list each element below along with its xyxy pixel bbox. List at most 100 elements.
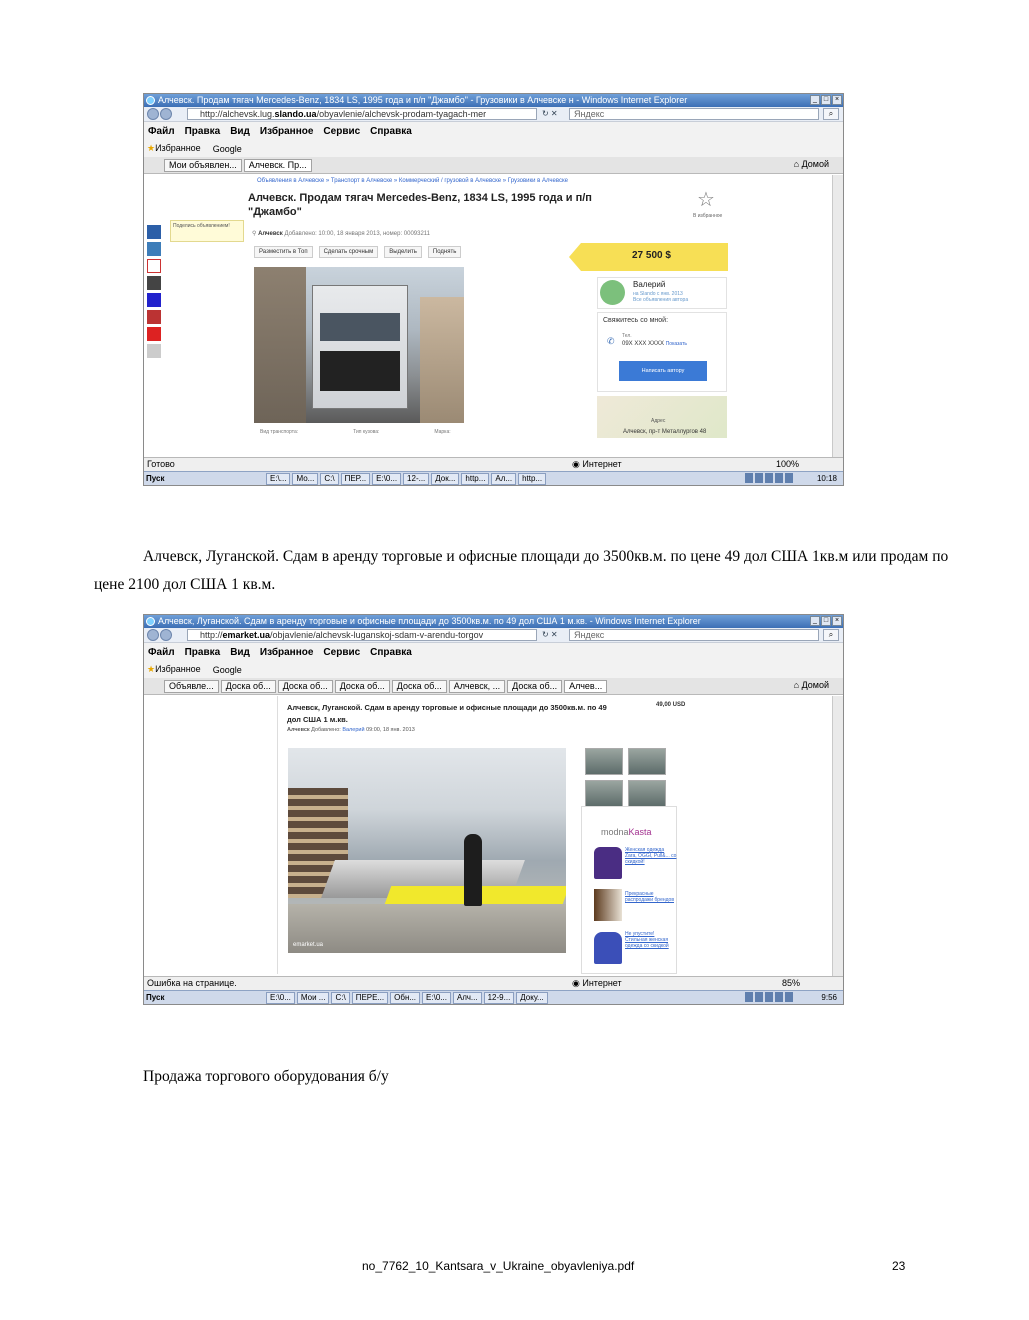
tray-icon[interactable] [785,992,793,1002]
tab[interactable]: Доска об... [334,680,390,693]
write-author-button[interactable]: Написать автору [619,361,707,381]
taskbar-item[interactable]: 12-... [403,473,430,485]
back-icon[interactable] [147,108,159,120]
tray-icon[interactable] [785,473,793,483]
taskbar-item[interactable]: E:\0... [372,473,402,485]
taskbar-item[interactable]: ПЕР... [340,473,371,485]
menu-file[interactable]: Файл [148,647,175,658]
home-button[interactable]: ⌂ Домой [794,159,829,169]
menu-edit[interactable]: Правка [185,647,221,658]
seller-ads-link[interactable]: Все объявления автора [633,297,688,303]
scrollbar[interactable] [832,175,843,457]
tab-active[interactable]: Алчев... [564,680,608,693]
share-icon[interactable] [147,259,161,273]
minimize-icon[interactable]: _ [810,95,820,105]
tab-active[interactable]: Алчевск. Пр... [243,159,312,172]
favorites-button[interactable]: ★Избранное [147,664,201,675]
tab[interactable]: Доска об... [220,680,276,693]
brand-logo[interactable]: modnaKasta [601,827,652,837]
tray-icon[interactable] [755,992,763,1002]
menu-favorites[interactable]: Избранное [260,126,314,137]
search-icon[interactable]: ⌕ [823,108,839,120]
tab[interactable]: Алчевск, ... [448,680,506,693]
ad-author-link[interactable]: Валерий [342,727,364,733]
share-icon[interactable] [147,276,161,290]
taskbar-item[interactable]: Док... [431,473,460,485]
taskbar-item[interactable]: ПЕРЕ... [351,992,389,1004]
taskbar-item[interactable]: Обн... [390,992,421,1004]
taskbar-item[interactable]: http... [518,473,547,485]
taskbar-item[interactable]: Ал... [491,473,517,485]
breadcrumb[interactable]: Объявления в Алчевске » Транспорт в Алче… [257,178,568,184]
zoom-level[interactable]: 100% [776,458,799,471]
menu-tools[interactable]: Сервис [323,647,360,658]
favorite-link-google[interactable]: Google [213,665,242,675]
product-link[interactable]: Женская одежда Zara, OGGI, Pull&... со с… [625,847,677,865]
tray-icon[interactable] [765,992,773,1002]
share-icon[interactable] [147,310,161,324]
zoom-level[interactable]: 85% [782,977,800,990]
menu-help[interactable]: Справка [370,126,412,137]
taskbar-item[interactable]: E:\0... [266,992,295,1004]
highlight-button[interactable]: Выделить [384,246,422,258]
tray-icon[interactable] [765,473,773,483]
tray-icon[interactable] [775,992,783,1002]
forward-icon[interactable] [160,629,172,641]
minimize-icon[interactable]: _ [810,616,820,626]
tab[interactable]: Мои объявлен... [164,159,242,172]
urgent-button[interactable]: Сделать срочным [318,246,379,258]
menu-file[interactable]: Файл [148,126,175,137]
forward-icon[interactable] [160,108,172,120]
favorite-link-google[interactable]: Google [213,144,242,154]
maximize-icon[interactable]: □ [821,95,831,105]
url-field[interactable]: http://emarket.ua/objavlenie/alchevsk-lu… [187,629,537,641]
search-input[interactable]: Яндекс [569,108,819,120]
back-icon[interactable] [147,629,159,641]
menu-help[interactable]: Справка [370,647,412,658]
start-button[interactable]: Пуск [146,991,164,1004]
taskbar-item[interactable]: E:\... [266,473,291,485]
menu-view[interactable]: Вид [230,126,250,137]
promote-top-button[interactable]: Разместить в Топ [254,246,313,258]
share-icon[interactable] [147,293,161,307]
shop-photo[interactable] [288,748,566,953]
tray-icon[interactable] [745,473,753,483]
close-icon[interactable]: × [832,95,842,105]
taskbar-item[interactable]: Мои ... [296,992,330,1004]
taskbar-item[interactable]: C:\ [331,992,350,1004]
taskbar-item[interactable]: 12-9... [483,992,515,1004]
tab[interactable]: Доска об... [391,680,447,693]
product-image[interactable] [594,932,622,964]
photo-thumbnail[interactable] [585,780,623,807]
photo-thumbnail[interactable] [585,748,623,775]
search-icon[interactable]: ⌕ [823,629,839,641]
show-phone-link[interactable]: Показать [666,341,687,347]
tray-icon[interactable] [755,473,763,483]
scrollbar[interactable] [832,696,843,976]
favorites-button[interactable]: ★Избранное [147,143,201,154]
share-plus-icon[interactable] [147,327,161,341]
tab[interactable]: Доска об... [507,680,563,693]
share-icon[interactable] [147,242,161,256]
taskbar-item[interactable]: Мо... [292,473,319,485]
taskbar-item[interactable]: http... [461,473,490,485]
menu-favorites[interactable]: Избранное [260,647,314,658]
taskbar-item[interactable]: Алч... [452,992,482,1004]
tab[interactable]: Объявле... [164,680,219,693]
refresh-stop-icons[interactable]: ↻ ✕ [542,109,558,118]
bump-button[interactable]: Поднять [427,246,462,258]
close-icon[interactable]: × [832,616,842,626]
product-image[interactable] [594,847,622,879]
menu-edit[interactable]: Правка [185,126,221,137]
search-input[interactable]: Яндекс [569,629,819,641]
photo-thumbnail[interactable] [628,780,666,807]
menu-tools[interactable]: Сервис [323,126,360,137]
start-button[interactable]: Пуск [146,472,164,485]
product-image[interactable] [594,889,622,921]
taskbar-item[interactable]: E:\0... [422,992,451,1004]
favorite-star-icon[interactable]: ☆ [697,187,715,212]
photo-thumbnail[interactable] [628,748,666,775]
taskbar-item[interactable]: C:\ [320,473,339,485]
product-link[interactable]: Не упустите! Стильная женская одежда со … [625,931,677,949]
share-icon[interactable] [147,344,161,358]
